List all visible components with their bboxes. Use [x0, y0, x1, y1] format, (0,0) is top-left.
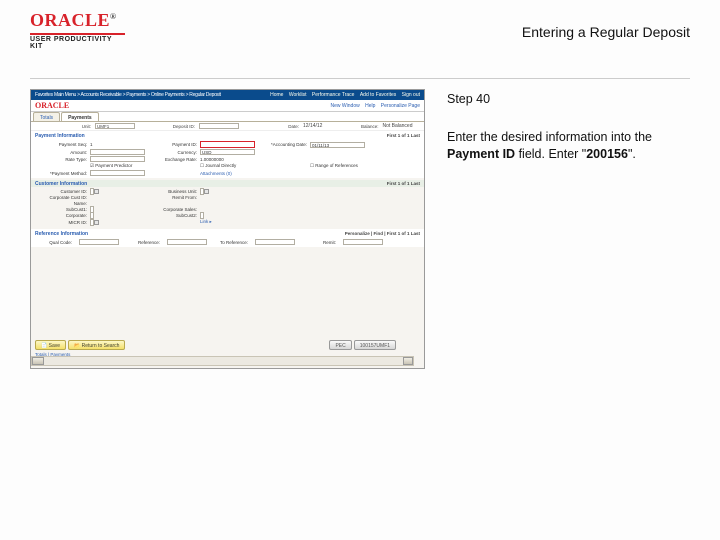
payment-predictor-checkbox[interactable]: ☑ Payment Predictor: [90, 163, 145, 169]
payment-id-field[interactable]: [200, 141, 255, 148]
breadcrumb[interactable]: Favorites Main Menu > Accounts Receivabl…: [35, 92, 266, 98]
exchange-rate-label: Exchange Rate:: [145, 157, 200, 162]
tab-payments[interactable]: Payments: [61, 112, 99, 121]
reference-info-head: Reference Information Personalize | Find…: [31, 229, 424, 237]
button-row: 📄 Save 📂 Return to Search PEC 100157UMF1: [35, 340, 396, 350]
customer-info-title: Customer Information: [35, 181, 87, 187]
payment-method-label: *Payment Method:: [35, 171, 90, 176]
subcust2-label: SubCust2:: [145, 213, 200, 218]
lookup-icon[interactable]: [94, 220, 99, 225]
business-unit-label: Business Unit:: [145, 189, 200, 194]
oracle-logo-block: ORACLE® USER PRODUCTIVITY KIT: [30, 10, 120, 50]
corporate-sales-label: Corporate Sales:: [145, 207, 200, 212]
payment-info-head: Payment Information First 1 of 1 Last: [31, 131, 424, 139]
payment-id-label: Payment ID:: [145, 142, 200, 147]
payment-info-body: Payment Seq: 1 Payment ID: *Accounting D…: [31, 139, 424, 178]
to-reference-field[interactable]: [255, 239, 295, 245]
reference-info-title: Reference Information: [35, 231, 88, 237]
scroll-right-arrow-icon[interactable]: [403, 357, 413, 365]
rate-type-label: Rate Type:: [35, 157, 90, 162]
subcust1-label: SubCust1:: [35, 207, 90, 212]
app-logo-row: ORACLE New Window Help Personalize Page: [31, 100, 424, 112]
balance-label: Balance:: [322, 124, 382, 129]
deposit-summary-row: Unit: UMF1 Deposit ID: Date: 12/14/12 Ba…: [31, 122, 424, 131]
deposit-id-label: Deposit ID:: [139, 124, 199, 129]
currency-field[interactable]: USD: [200, 149, 255, 155]
reference-info-body: Qual Code: Reference: To Reference: Remi…: [31, 237, 424, 247]
deposit-ref-button[interactable]: 100157UMF1: [354, 340, 396, 350]
link-link[interactable]: Link ▸: [200, 219, 255, 225]
link-fav[interactable]: Add to Favorites: [360, 92, 396, 98]
unit-label: Unit:: [35, 124, 95, 129]
corp-cust-label: Corporate Cust ID:: [35, 195, 90, 200]
name-label: Name:: [35, 201, 90, 206]
attachments-link[interactable]: Attachments (0): [200, 171, 255, 176]
page-title: Entering a Regular Deposit: [522, 24, 690, 40]
customer-pager[interactable]: First 1 of 1 Last: [387, 181, 420, 187]
customer-id-label: Customer ID:: [35, 189, 90, 194]
reference-pager[interactable]: Personalize | Find | First 1 of 1 Last: [345, 231, 420, 237]
payment-seq-label: Payment Seq:: [35, 142, 90, 147]
payment-method-field[interactable]: [90, 170, 145, 176]
app-nav-links: New Window Help Personalize Page: [327, 103, 420, 109]
to-reference-label: To Reference:: [211, 240, 251, 245]
qual-code-label: Qual Code:: [35, 240, 75, 245]
amount-field[interactable]: [90, 149, 145, 155]
remit-from-label: Remit From:: [145, 195, 200, 200]
rate-type-field[interactable]: [90, 156, 145, 162]
app-breadcrumb-bar: Favorites Main Menu > Accounts Receivabl…: [31, 90, 424, 100]
scroll-thumb[interactable]: [32, 357, 44, 365]
accounting-date-label: *Accounting Date:: [255, 142, 310, 147]
range-of-ref-checkbox[interactable]: ☐ Range of References: [310, 163, 365, 169]
accounting-date-field[interactable]: 01/11/13: [310, 142, 365, 148]
currency-label: Currency:: [145, 150, 200, 155]
reference-field[interactable]: [167, 239, 207, 245]
exchange-rate-value: 1.00000000: [200, 157, 255, 162]
amount-label: Amount:: [35, 150, 90, 155]
link-personalize[interactable]: Personalize Page: [381, 103, 420, 109]
payment-info-title: Payment Information: [35, 133, 85, 139]
corporate-label: Corporate:: [35, 213, 90, 218]
pec-button[interactable]: PEC: [329, 340, 351, 350]
tab-bar: Totals Payments: [31, 112, 424, 122]
date-value: 12/14/12: [303, 123, 322, 129]
step-instruction: Enter the desired information into the P…: [447, 129, 690, 162]
save-button[interactable]: 📄 Save: [35, 340, 66, 350]
micr-id-label: MICR ID:: [35, 220, 90, 225]
reference-label: Reference:: [123, 240, 163, 245]
customer-info-head: Customer Information First 1 of 1 Last: [31, 180, 424, 187]
subcust2-field[interactable]: [200, 212, 204, 219]
link-new-window[interactable]: New Window: [331, 103, 360, 109]
app-logo: ORACLE: [35, 101, 69, 110]
tab-totals[interactable]: Totals: [33, 112, 60, 121]
deposit-id-value: [199, 123, 239, 129]
oracle-logo: ORACLE®: [30, 10, 120, 31]
link-help[interactable]: Help: [365, 103, 375, 109]
app-screenshot: Favorites Main Menu > Accounts Receivabl…: [30, 89, 425, 369]
top-links: Home Worklist Performance Trace Add to F…: [266, 92, 420, 98]
link-perf[interactable]: Performance Trace: [312, 92, 355, 98]
link-worklist[interactable]: Worklist: [289, 92, 307, 98]
step-label: Step 40: [447, 91, 690, 107]
remit-field[interactable]: [343, 239, 383, 245]
lookup-icon[interactable]: [204, 189, 209, 194]
journal-directly-checkbox[interactable]: ☐ Journal Directly: [200, 163, 255, 169]
lookup-icon[interactable]: [94, 189, 99, 194]
payment-pager[interactable]: First 1 of 1 Last: [387, 133, 420, 139]
link-signout[interactable]: Sign out: [402, 92, 420, 98]
unit-value: UMF1: [95, 123, 135, 129]
balance-value: Not Balanced: [382, 123, 412, 129]
customer-info-body: Customer ID: Business Unit: Corporate Cu…: [31, 187, 424, 229]
instruction-panel: Step 40 Enter the desired information in…: [425, 89, 690, 369]
return-button[interactable]: 📂 Return to Search: [68, 340, 125, 350]
qual-code-field[interactable]: [79, 239, 119, 245]
upk-label: USER PRODUCTIVITY KIT: [30, 33, 125, 50]
horizontal-scrollbar[interactable]: [31, 356, 414, 366]
remit-label: Remit:: [299, 240, 339, 245]
link-home[interactable]: Home: [270, 92, 283, 98]
date-label: Date:: [243, 124, 303, 129]
payment-seq-value: 1: [90, 142, 145, 147]
